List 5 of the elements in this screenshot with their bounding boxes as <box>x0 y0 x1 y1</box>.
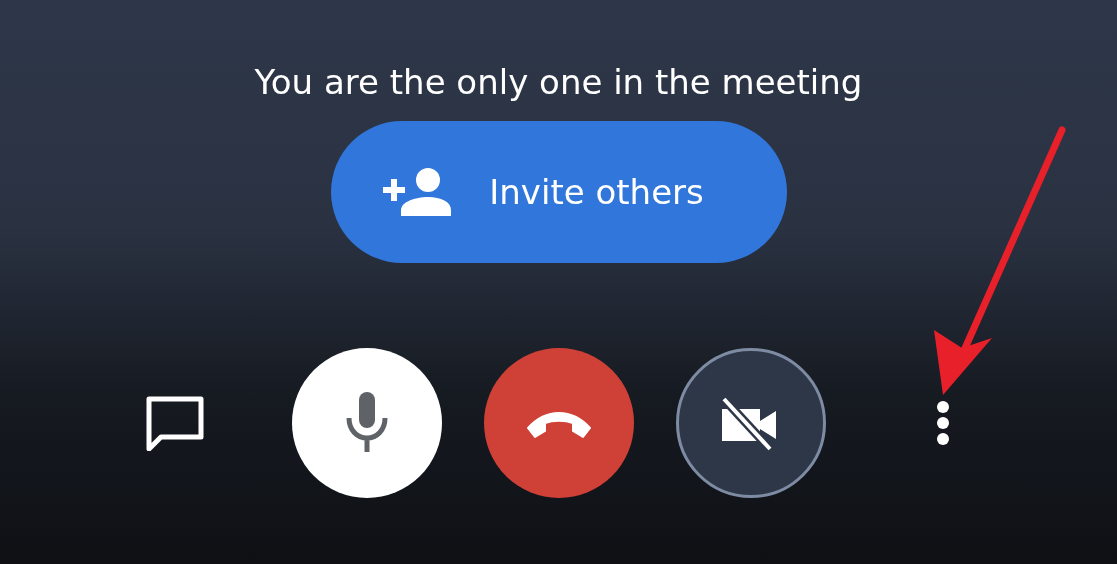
more-options-icon[interactable] <box>935 400 950 446</box>
chat-icon[interactable] <box>144 395 205 451</box>
add-person-icon <box>383 168 452 216</box>
invite-button[interactable]: Invite others <box>330 121 787 263</box>
status-text: You are the only one in the meeting <box>254 61 863 104</box>
